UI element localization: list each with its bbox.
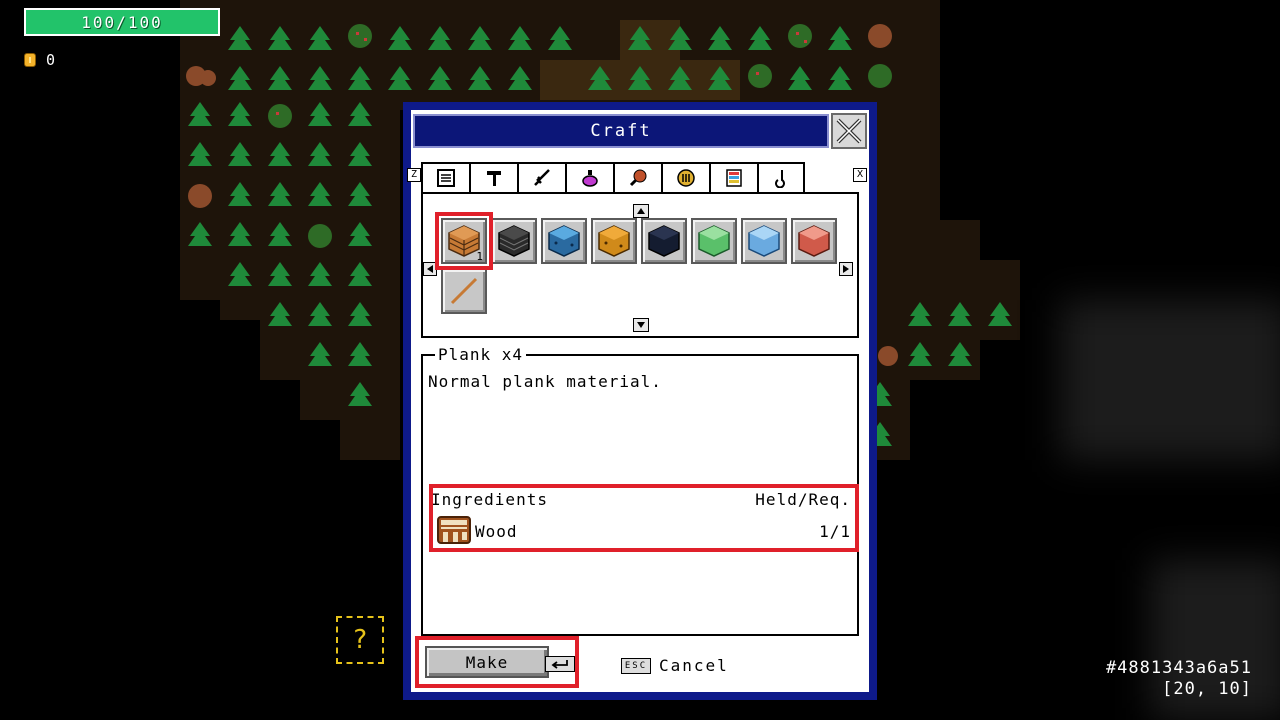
blocks-tab-icon — [437, 169, 455, 187]
recipe-blue-block[interactable] — [541, 218, 587, 264]
tab-next-key[interactable]: X — [853, 168, 867, 182]
recipe-title: Plank x4 — [435, 345, 527, 364]
navy-block-icon — [648, 225, 680, 257]
craft-window: Craft Z X 1 Plank x4 Normal plank materi… — [403, 102, 877, 700]
arrow-up-icon — [637, 208, 645, 214]
meat-tab-icon — [629, 169, 647, 187]
cancel-label: Cancel — [659, 656, 729, 675]
category-tabs — [421, 162, 805, 194]
craft-titlebar: Craft — [413, 114, 829, 148]
hook-tab-icon — [775, 170, 785, 188]
health-bar: 100/100 — [24, 8, 220, 36]
recipe-details: Plank x4 Normal plank material. Ingredie… — [421, 345, 859, 636]
help-icon[interactable]: ? — [336, 616, 384, 664]
recipe-red-glass[interactable] — [791, 218, 837, 264]
sword-tab-icon — [534, 169, 550, 186]
recipe-orange-block[interactable] — [591, 218, 637, 264]
player-coordinates: [20, 10] — [1162, 679, 1252, 699]
world-seed: #4881343a6a51 — [1105, 658, 1252, 678]
arrow-right-icon — [843, 265, 849, 273]
coin-icon — [24, 53, 36, 67]
health-value: 100/100 — [81, 12, 163, 32]
cancel-button[interactable]: ESC Cancel — [621, 656, 729, 675]
tab-books[interactable] — [709, 162, 757, 194]
craft-window-body: Craft Z X 1 Plank x4 Normal plank materi… — [407, 110, 869, 692]
tab-tools[interactable] — [469, 162, 517, 194]
arrow-left-icon — [427, 265, 433, 273]
craft-title: Craft — [590, 121, 652, 141]
coin-counter: 0 — [24, 51, 55, 69]
tab-weapons[interactable] — [517, 162, 565, 194]
make-highlight — [415, 636, 579, 688]
stick-icon — [450, 277, 478, 305]
close-button[interactable] — [831, 113, 867, 149]
red-glass-icon — [798, 225, 830, 257]
green-glass-icon — [698, 225, 730, 257]
potion-tab-icon — [582, 170, 598, 187]
tab-potions[interactable] — [565, 162, 613, 194]
scroll-up-button[interactable] — [633, 204, 649, 218]
blue-block-icon — [548, 225, 580, 257]
book-tab-icon — [726, 169, 742, 187]
recipe-list: 1 — [421, 192, 859, 338]
recipe-blue-glass[interactable] — [741, 218, 787, 264]
tools-tab-icon — [487, 171, 501, 186]
arrow-down-icon — [637, 322, 645, 328]
recipe-stone-brick[interactable] — [491, 218, 537, 264]
esc-key-icon: ESC — [621, 657, 651, 674]
tab-food[interactable] — [613, 162, 661, 194]
scroll-down-button[interactable] — [633, 318, 649, 332]
world-info: #4881343a6a51 [20, 10] — [1106, 658, 1252, 700]
recipe-green-glass[interactable] — [691, 218, 737, 264]
tab-blocks[interactable] — [421, 162, 469, 194]
recipe-description: Normal plank material. — [428, 372, 662, 391]
dark-block-icon — [498, 225, 530, 257]
ingredients-highlight — [429, 484, 859, 552]
close-icon — [836, 118, 862, 144]
tab-misc[interactable] — [661, 162, 709, 194]
scroll-right-button[interactable] — [839, 262, 853, 276]
recipe-stick[interactable] — [441, 268, 487, 314]
orange-block-icon — [598, 225, 630, 257]
coin-count: 0 — [46, 51, 56, 69]
blue-glass-icon — [748, 225, 780, 257]
tab-prev-key[interactable]: Z — [407, 168, 421, 182]
tab-hooks[interactable] — [757, 162, 805, 194]
recipe-navy-block[interactable] — [641, 218, 687, 264]
selected-recipe-highlight — [435, 212, 493, 270]
gold-tab-icon — [677, 169, 695, 187]
